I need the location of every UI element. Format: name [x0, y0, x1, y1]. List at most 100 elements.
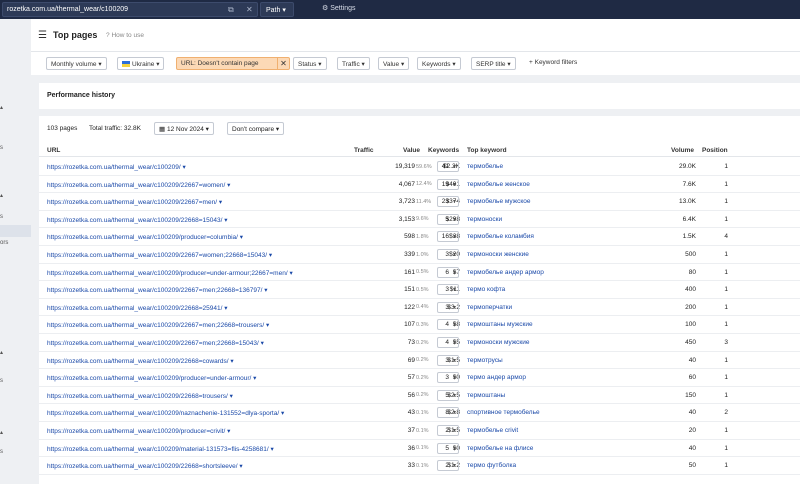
- chevron-down-icon[interactable]: ▾: [270, 446, 273, 453]
- col-traffic[interactable]: Traffic: [354, 147, 374, 154]
- settings-button[interactable]: ⚙ Settings: [322, 4, 356, 12]
- keywords-dropdown[interactable]: 8: [437, 407, 459, 419]
- col-position[interactable]: Position: [702, 147, 728, 154]
- chevron-down-icon[interactable]: ▾: [261, 340, 264, 347]
- top-keyword-link[interactable]: термоноски женские: [467, 251, 529, 258]
- serp-title-filter[interactable]: SERP title ▾: [471, 57, 516, 70]
- top-keyword-link[interactable]: термобелье мужское: [467, 198, 530, 205]
- keywords-dropdown[interactable]: 2: [437, 425, 459, 436]
- sidebar-item[interactable]: s: [0, 378, 3, 384]
- chevron-down-icon[interactable]: ▾: [230, 358, 233, 365]
- page-url-link[interactable]: https://rozetka.com.ua/thermal_wear/c100…: [47, 216, 228, 224]
- keywords-dropdown[interactable]: 3: [437, 372, 459, 384]
- keywords-dropdown[interactable]: 23: [437, 196, 459, 208]
- url-filter[interactable]: URL: Doesn't contain page ✕: [176, 57, 290, 70]
- top-keyword-link[interactable]: термобелье на флисе: [467, 445, 533, 452]
- top-keyword-link[interactable]: термобелье: [467, 163, 503, 170]
- page-url-link[interactable]: https://rozetka.com.ua/thermal_wear/c100…: [47, 321, 269, 329]
- top-keyword-link[interactable]: термоноски: [467, 216, 502, 223]
- menu-icon[interactable]: ☰: [38, 30, 47, 41]
- traffic-filter[interactable]: Traffic ▾: [337, 57, 370, 70]
- chevron-down-icon[interactable]: ▾: [227, 428, 230, 435]
- keywords-dropdown[interactable]: 4: [437, 337, 459, 348]
- page-url-link[interactable]: https://rozetka.com.ua/thermal_wear/c100…: [47, 233, 243, 241]
- page-url-link[interactable]: https://rozetka.com.ua/thermal_wear/c100…: [47, 392, 233, 400]
- sidebar-selected-item[interactable]: [0, 225, 31, 237]
- page-url-link[interactable]: https://rozetka.com.ua/thermal_wear/c100…: [47, 304, 228, 312]
- top-keyword-link[interactable]: термоперчатки: [467, 304, 512, 311]
- page-url-link[interactable]: https://rozetka.com.ua/thermal_wear/c100…: [47, 462, 243, 470]
- keywords-dropdown[interactable]: 41: [437, 161, 459, 172]
- chevron-down-icon[interactable]: ▾: [289, 270, 292, 277]
- top-keyword-link[interactable]: спортивное термобелье: [467, 409, 540, 416]
- sidebar-item[interactable]: s: [0, 145, 3, 151]
- page-url-link[interactable]: https://rozetka.com.ua/thermal_wear/c100…: [47, 445, 274, 453]
- chevron-down-icon[interactable]: ▾: [269, 252, 272, 259]
- page-url-link[interactable]: https://rozetka.com.ua/thermal_wear/c100…: [47, 374, 256, 382]
- keywords-dropdown[interactable]: 3: [437, 249, 459, 260]
- path-mode-dropdown[interactable]: Path ▾: [260, 2, 294, 17]
- page-url-link[interactable]: https://rozetka.com.ua/thermal_wear/c100…: [47, 427, 230, 435]
- col-keywords[interactable]: Keywords: [428, 147, 459, 154]
- top-keyword-link[interactable]: термоштаны мужские: [467, 321, 533, 328]
- chevron-down-icon[interactable]: ▾: [281, 410, 284, 417]
- country-filter[interactable]: Ukraine ▾: [117, 57, 165, 70]
- status-filter[interactable]: Status ▾: [293, 57, 327, 70]
- top-keyword-link[interactable]: термоноски мужские: [467, 339, 530, 346]
- chevron-down-icon[interactable]: ▾: [224, 305, 227, 312]
- top-keyword-link[interactable]: термотрусы: [467, 357, 503, 364]
- top-keyword-link[interactable]: термобелье crivit: [467, 427, 518, 434]
- chevron-down-icon[interactable]: ▾: [239, 463, 242, 470]
- sidebar-item[interactable]: s: [0, 449, 3, 455]
- close-icon[interactable]: ✕: [246, 5, 253, 14]
- collapse-arrow-icon[interactable]: ▴: [0, 429, 3, 436]
- how-to-use-link[interactable]: ? How to use: [106, 32, 144, 39]
- top-keyword-link[interactable]: термо кофта: [467, 286, 505, 293]
- col-value[interactable]: Value: [403, 147, 420, 154]
- keywords-dropdown[interactable]: 3: [437, 301, 459, 313]
- collapse-arrow-icon[interactable]: ▴: [0, 104, 3, 111]
- top-keyword-link[interactable]: термо андер армор: [467, 374, 526, 381]
- monthly-volume-filter[interactable]: Monthly volume ▾: [46, 57, 107, 70]
- keywords-dropdown[interactable]: 5: [437, 389, 459, 401]
- keywords-dropdown[interactable]: 6: [437, 266, 459, 278]
- collapse-arrow-icon[interactable]: ▴: [0, 349, 3, 356]
- keywords-dropdown[interactable]: 4: [437, 319, 459, 331]
- page-url-link[interactable]: https://rozetka.com.ua/thermal_wear/c100…: [47, 181, 230, 189]
- keywords-dropdown[interactable]: 2: [437, 460, 459, 472]
- chevron-down-icon[interactable]: ▾: [253, 375, 256, 382]
- chevron-down-icon[interactable]: ▾: [183, 164, 186, 171]
- top-keyword-link[interactable]: термобелье коламбия: [467, 233, 534, 240]
- open-link-icon[interactable]: ⧉: [228, 5, 234, 15]
- sidebar-item[interactable]: ors: [0, 240, 8, 246]
- keywords-dropdown[interactable]: 5: [437, 442, 459, 454]
- value-filter[interactable]: Value ▾: [378, 57, 410, 70]
- page-url-link[interactable]: https://rozetka.com.ua/thermal_wear/c100…: [47, 409, 284, 417]
- keywords-filter[interactable]: Keywords ▾: [417, 57, 461, 70]
- date-picker[interactable]: ▦ 12 Nov 2024 ▾: [154, 122, 214, 135]
- chevron-down-icon[interactable]: ▾: [219, 199, 222, 206]
- top-keyword-link[interactable]: термо футболка: [467, 462, 516, 469]
- performance-history-panel[interactable]: Performance history: [39, 83, 800, 109]
- chevron-down-icon[interactable]: ▾: [224, 217, 227, 224]
- keywords-dropdown[interactable]: 19: [437, 178, 459, 190]
- chevron-down-icon[interactable]: ▾: [240, 234, 243, 241]
- remove-filter-icon[interactable]: ✕: [277, 58, 289, 69]
- collapse-arrow-icon[interactable]: ▴: [0, 192, 3, 199]
- chevron-down-icon[interactable]: ▾: [264, 287, 267, 294]
- col-volume[interactable]: Volume: [671, 147, 694, 154]
- chevron-down-icon[interactable]: ▾: [266, 322, 269, 329]
- chevron-down-icon[interactable]: ▾: [227, 182, 230, 189]
- top-keyword-link[interactable]: термобелье женское: [467, 181, 530, 188]
- page-url-link[interactable]: https://rozetka.com.ua/thermal_wear/c100…: [47, 163, 186, 171]
- page-url-link[interactable]: https://rozetka.com.ua/thermal_wear/c100…: [47, 251, 272, 259]
- page-url-link[interactable]: https://rozetka.com.ua/thermal_wear/c100…: [47, 269, 293, 277]
- col-top-keyword[interactable]: Top keyword: [467, 147, 507, 154]
- keywords-dropdown[interactable]: 16: [437, 231, 459, 243]
- url-input[interactable]: rozetka.com.ua/thermal_wear/c100209 ⧉ ✕: [2, 2, 258, 17]
- chevron-down-icon[interactable]: ▾: [230, 393, 233, 400]
- page-url-link[interactable]: https://rozetka.com.ua/thermal_wear/c100…: [47, 198, 222, 206]
- top-keyword-link[interactable]: термобелье андер армор: [467, 269, 544, 276]
- compare-dropdown[interactable]: Don't compare ▾: [227, 122, 285, 135]
- page-url-link[interactable]: https://rozetka.com.ua/thermal_wear/c100…: [47, 339, 264, 347]
